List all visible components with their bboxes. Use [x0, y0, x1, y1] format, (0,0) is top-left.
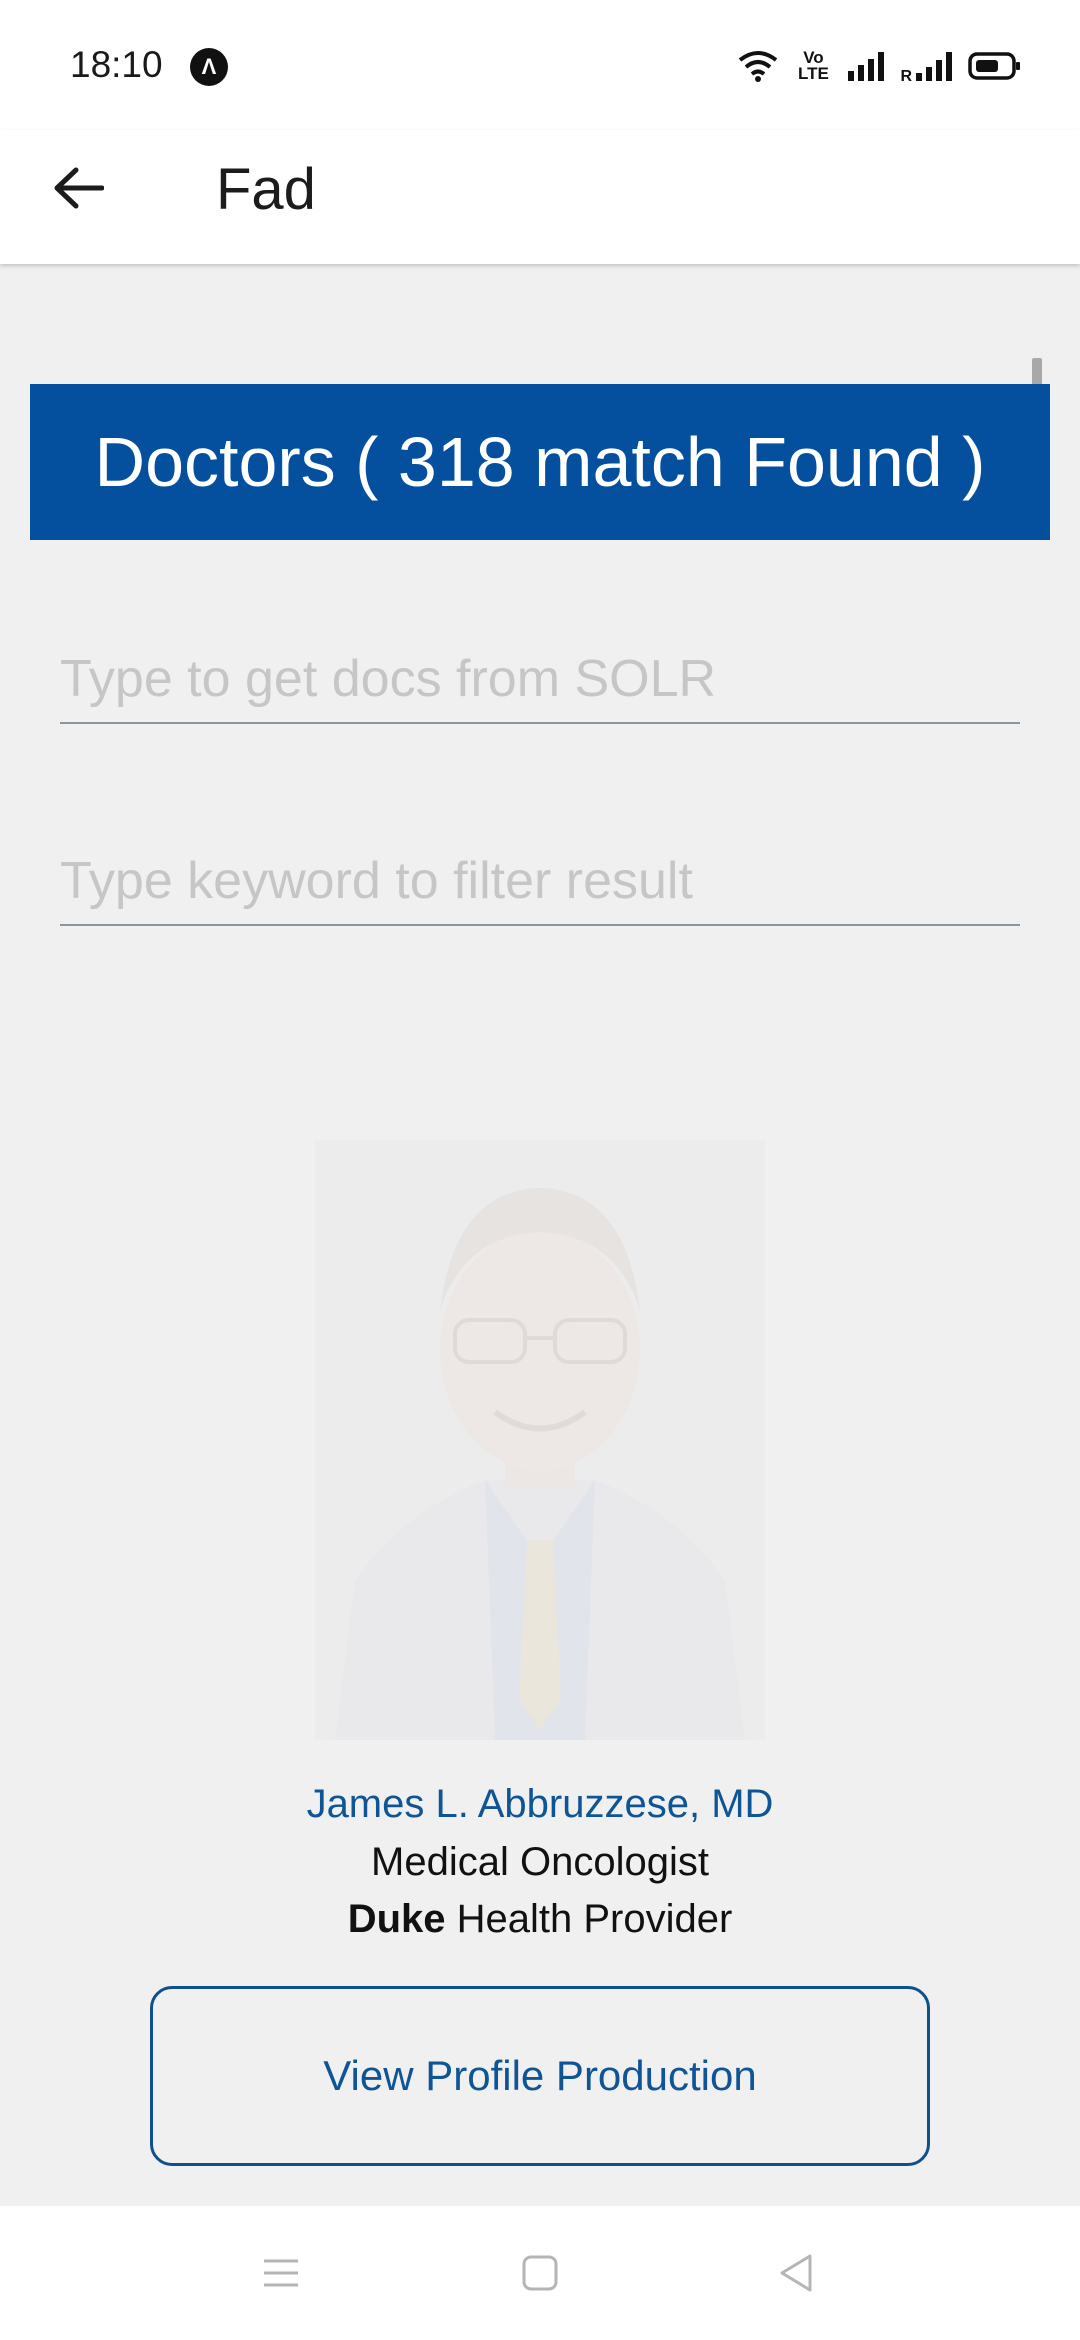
status-time: 18:10 [70, 44, 163, 85]
keyword-filter-input[interactable] [60, 826, 1020, 924]
back-triangle-icon[interactable] [774, 2250, 820, 2296]
status-bar: 18:10 Λ Vo LTE R [0, 0, 1080, 130]
results-count-banner: Doctors ( 318 match Found ) [30, 384, 1050, 540]
doctor-provider: Duke Health Provider [0, 1897, 1080, 1942]
notification-app-icon: Λ [190, 48, 228, 86]
page-title: Fad [216, 157, 316, 222]
solr-search-input[interactable] [60, 624, 1020, 722]
battery-icon [968, 51, 1022, 81]
signal-icon [848, 51, 886, 81]
solr-search-field [60, 624, 1020, 724]
provider-name: Duke [347, 1897, 446, 1941]
arrow-left-icon [52, 166, 105, 215]
roaming-signal-icon [916, 51, 954, 81]
status-icons: Vo LTE R [738, 46, 1022, 86]
home-square-icon[interactable] [517, 2250, 563, 2296]
keyword-filter-field [60, 826, 1020, 926]
view-profile-button[interactable]: View Profile Production [150, 1986, 930, 2166]
app-bar: Fad [0, 130, 1080, 264]
menu-icon[interactable] [258, 2250, 304, 2296]
doctor-name-link[interactable]: James L. Abbruzzese, MD [0, 1782, 1080, 1827]
system-nav-bar [0, 2206, 1080, 2340]
wifi-icon [738, 50, 778, 82]
doctor-specialty: Medical Oncologist [371, 1840, 709, 1884]
roaming-indicator: R [900, 68, 912, 85]
volte-icon: Vo LTE [798, 48, 829, 83]
back-button[interactable] [40, 152, 116, 228]
doctor-photo [315, 1140, 765, 1740]
provider-suffix: Health Provider [445, 1897, 733, 1941]
